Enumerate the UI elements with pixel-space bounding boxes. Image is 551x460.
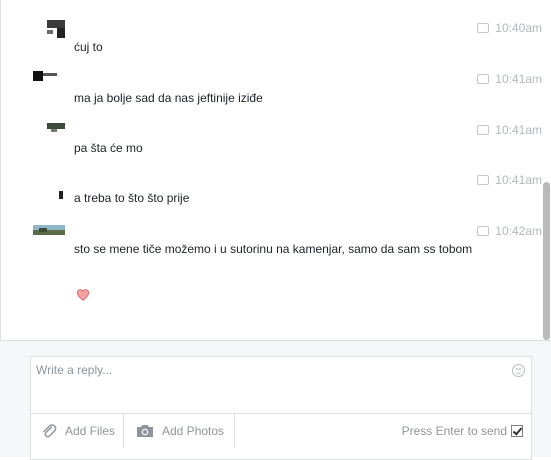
avatar-image <box>47 123 65 132</box>
message-timestamp[interactable]: 10:41am <box>477 123 542 137</box>
avatar-image <box>59 191 63 199</box>
message-timestamp[interactable]: 10:41am <box>477 72 542 86</box>
avatar[interactable] <box>33 181 65 213</box>
add-files-label: Add Files <box>65 424 116 438</box>
message-text: sto se mene tiče možemo i u sutorinu na … <box>74 242 473 256</box>
comment-icon <box>477 175 490 185</box>
avatar[interactable] <box>33 18 65 50</box>
message-text: ćuj to <box>74 40 103 54</box>
scrollbar-track[interactable] <box>542 0 551 340</box>
reply-input[interactable] <box>31 357 501 413</box>
avatar[interactable] <box>33 121 65 153</box>
add-files-button[interactable]: Add Files <box>31 414 124 448</box>
press-enter-toggle[interactable]: Press Enter to send <box>402 414 523 448</box>
message-text: ma ja bolje sad da nas jeftinije iziđe <box>74 91 263 105</box>
message-timestamp[interactable]: 10:40am <box>477 21 542 35</box>
avatar-image <box>47 20 65 38</box>
comment-icon <box>477 23 490 33</box>
comment-icon <box>477 226 490 236</box>
camera-icon <box>136 424 154 438</box>
message-timestamp[interactable]: 10:41am <box>477 173 542 187</box>
reply-box: Add Files Add Photos Press Enter to send <box>30 356 532 460</box>
avatar[interactable] <box>33 223 65 255</box>
message-text: pa šta će mo <box>74 141 143 155</box>
avatar-image <box>33 225 65 235</box>
message-thread: 10:40am ćuj to 10:41am ma ja bolje sad d… <box>0 0 551 340</box>
message-timestamp[interactable]: 10:42am <box>477 224 542 238</box>
press-enter-label: Press Enter to send <box>401 424 507 438</box>
message-time: 10:42am <box>495 224 542 238</box>
emoji-icon[interactable] <box>512 364 525 377</box>
paperclip-icon <box>41 423 57 439</box>
add-photos-button[interactable]: Add Photos <box>124 414 235 448</box>
reply-composer: Add Files Add Photos Press Enter to send <box>0 340 551 460</box>
comment-icon <box>477 125 490 135</box>
message-time: 10:41am <box>495 173 542 187</box>
press-enter-checkbox[interactable] <box>511 425 523 437</box>
comment-icon <box>477 74 490 84</box>
message-time: 10:41am <box>495 72 542 86</box>
reply-toolbar: Add Files Add Photos Press Enter to send <box>31 413 531 460</box>
add-photos-label: Add Photos <box>162 424 225 438</box>
message-text: a treba to što što prije <box>74 191 190 205</box>
heart-icon[interactable] <box>76 288 90 302</box>
scrollbar-thumb[interactable] <box>543 182 550 340</box>
avatar[interactable] <box>33 69 65 101</box>
message-time: 10:41am <box>495 123 542 137</box>
message-time: 10:40am <box>495 21 542 35</box>
avatar-image <box>33 71 57 81</box>
